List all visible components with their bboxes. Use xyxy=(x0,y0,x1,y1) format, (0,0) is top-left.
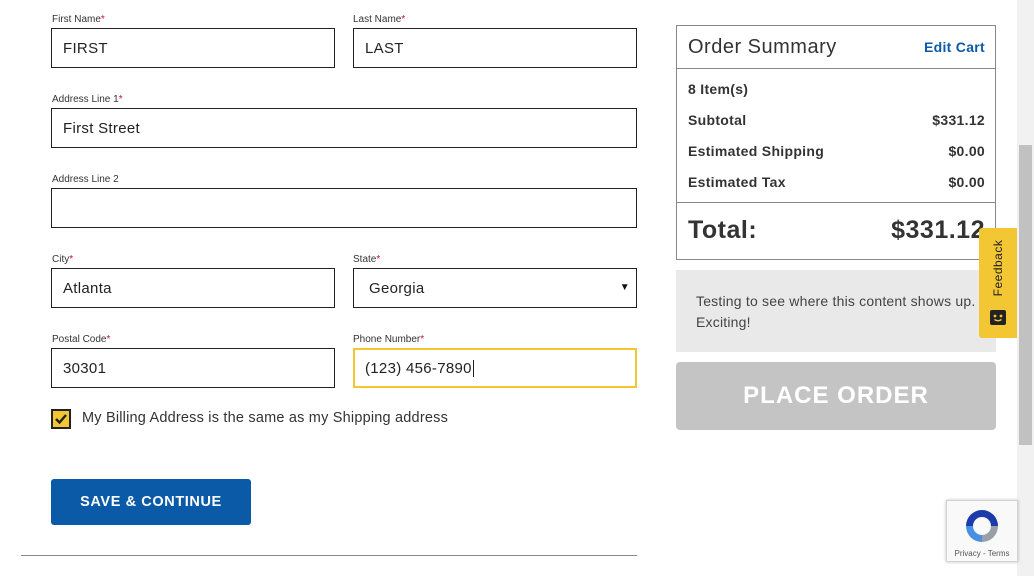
first-name-input[interactable]: FIRST xyxy=(51,28,335,68)
dropdown-arrow-icon: ▼ xyxy=(619,282,630,293)
state-selected-value: Georgia xyxy=(369,279,425,297)
subtotal-value: $331.12 xyxy=(932,112,985,128)
order-summary-header: Order Summary Edit Cart xyxy=(677,26,995,69)
order-summary-panel: Order Summary Edit Cart 8 Item(s) Subtot… xyxy=(676,25,996,260)
address-line-1-input[interactable]: First Street xyxy=(51,108,637,148)
last-name-label: Last Name* xyxy=(353,14,406,25)
scrollbar-thumb[interactable] xyxy=(1019,145,1032,445)
total-row: Total: $331.12 xyxy=(688,216,985,245)
total-label: Total: xyxy=(688,216,758,244)
first-name-label: First Name* xyxy=(52,14,105,25)
recaptcha-badge[interactable]: Privacy - Terms xyxy=(946,500,1018,562)
recaptcha-logo-icon xyxy=(966,510,998,542)
address-line-1-label: Address Line 1* xyxy=(52,94,123,105)
text-cursor xyxy=(472,359,474,377)
section-divider xyxy=(21,555,637,556)
postal-code-input[interactable]: 30301 xyxy=(51,348,335,388)
checkmark-icon xyxy=(55,414,67,425)
state-select[interactable]: Georgia ▼ xyxy=(353,268,637,308)
total-divider xyxy=(677,202,995,203)
feedback-label: Feedback xyxy=(991,239,1005,297)
shipping-value: $0.00 xyxy=(948,143,985,159)
tax-label: Estimated Tax xyxy=(688,174,786,190)
feedback-face-icon xyxy=(990,310,1006,325)
address-line-2-input[interactable] xyxy=(51,188,637,228)
phone-number-input[interactable]: (123) 456-7890 xyxy=(353,348,637,388)
postal-code-label: Postal Code* xyxy=(52,334,111,345)
edit-cart-link[interactable]: Edit Cart xyxy=(924,39,985,55)
address-line-2-label: Address Line 2 xyxy=(52,174,119,185)
item-count: 8 Item(s) xyxy=(688,81,749,97)
city-label: City* xyxy=(52,254,74,265)
info-notice: Testing to see where this content shows … xyxy=(676,270,996,352)
subtotal-row: Subtotal $331.12 xyxy=(688,112,985,128)
tax-row: Estimated Tax $0.00 xyxy=(688,174,985,190)
order-summary-title: Order Summary xyxy=(688,36,837,58)
subtotal-label: Subtotal xyxy=(688,112,747,128)
shipping-label: Estimated Shipping xyxy=(688,143,825,159)
shipping-row: Estimated Shipping $0.00 xyxy=(688,143,985,159)
phone-number-label: Phone Number* xyxy=(353,334,425,345)
feedback-tab[interactable]: Feedback xyxy=(979,228,1017,338)
billing-same-checkbox[interactable] xyxy=(51,409,71,429)
scrollbar[interactable] xyxy=(1017,0,1034,576)
city-input[interactable]: Atlanta xyxy=(51,268,335,308)
state-label: State* xyxy=(353,254,381,265)
save-continue-button[interactable]: SAVE & CONTINUE xyxy=(51,479,251,525)
tax-value: $0.00 xyxy=(948,174,985,190)
last-name-input[interactable]: LAST xyxy=(353,28,637,68)
place-order-button[interactable]: PLACE ORDER xyxy=(676,362,996,430)
billing-same-label: My Billing Address is the same as my Shi… xyxy=(82,410,449,426)
total-value: $331.12 xyxy=(891,216,985,244)
recaptcha-terms[interactable]: Privacy - Terms xyxy=(947,549,1017,558)
